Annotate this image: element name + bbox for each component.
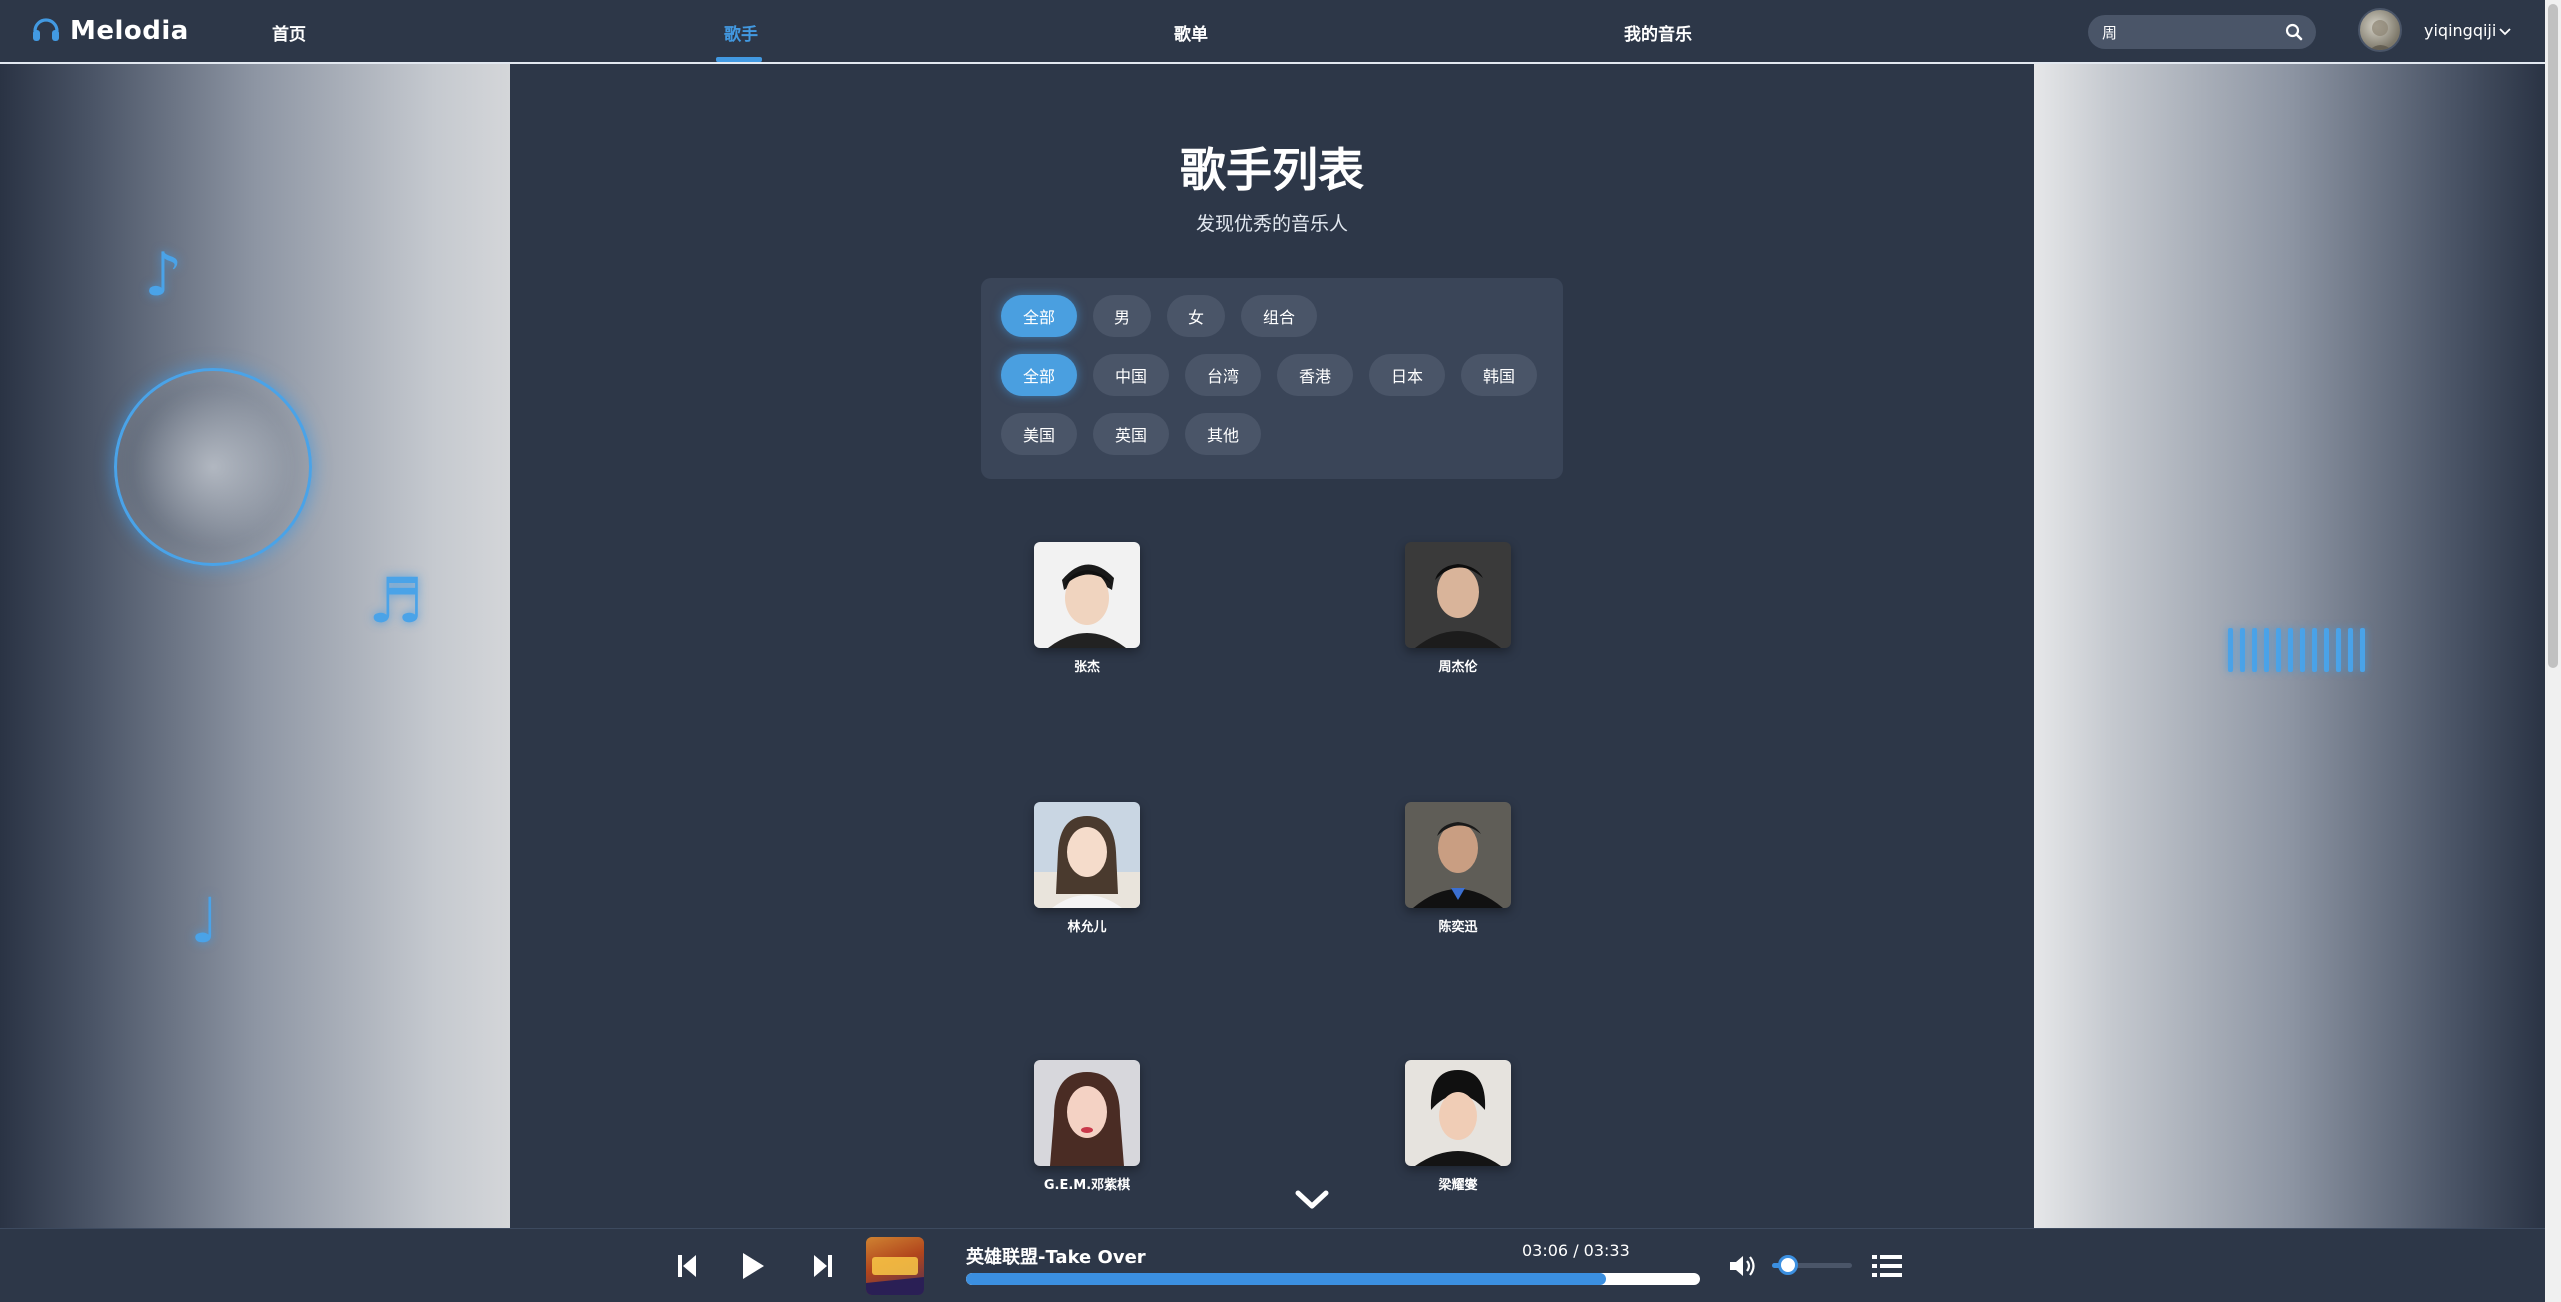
music-notes-icon: ♬ bbox=[368, 564, 424, 637]
prev-icon[interactable] bbox=[676, 1253, 698, 1283]
artist-card[interactable]: 梁耀燮 bbox=[1405, 1060, 1511, 1193]
search-box bbox=[2088, 15, 2316, 49]
music-player-bar: 英雄联盟-Take Over 03:06 / 03:33 bbox=[0, 1228, 2545, 1302]
artist-name: 梁耀燮 bbox=[1438, 1178, 1478, 1193]
filter-region-korea[interactable]: 韩国 bbox=[1461, 354, 1537, 396]
scrollbar-thumb[interactable] bbox=[2548, 4, 2558, 668]
artist-card[interactable]: 陈奕迅 bbox=[1405, 802, 1511, 935]
search-input[interactable] bbox=[2102, 23, 2272, 41]
artist-name: 周杰伦 bbox=[1438, 660, 1478, 675]
filter-region-all[interactable]: 全部 bbox=[1001, 354, 1077, 396]
artist-name: 陈奕迅 bbox=[1438, 920, 1478, 935]
logo[interactable]: Melodia bbox=[30, 13, 189, 49]
next-icon[interactable] bbox=[812, 1253, 834, 1283]
filter-gender-group[interactable]: 组合 bbox=[1241, 295, 1317, 337]
artist-photo bbox=[1034, 542, 1140, 648]
nav-active-indicator bbox=[716, 57, 762, 62]
progress-fill bbox=[966, 1273, 1607, 1285]
left-decoration-panel: ♪ ♬ ♩ bbox=[0, 64, 510, 1228]
chevron-down-icon[interactable] bbox=[2498, 24, 2512, 43]
music-note-icon: ♪ bbox=[144, 240, 183, 310]
filter-gender-male[interactable]: 男 bbox=[1093, 295, 1151, 337]
artist-photo bbox=[1034, 802, 1140, 908]
filter-region-hongkong[interactable]: 香港 bbox=[1277, 354, 1353, 396]
filter-region-china[interactable]: 中国 bbox=[1093, 354, 1169, 396]
playback-time: 03:06 / 03:33 bbox=[1522, 1241, 1630, 1260]
top-nav-bar: Melodia 首页 歌手 歌单 我的音乐 yiqingqiji bbox=[0, 0, 2545, 64]
artist-name: 林允儿 bbox=[1067, 920, 1107, 935]
main-content: 歌手列表 发现优秀的音乐人 全部 男 女 组合 全部 中国 台湾 香港 日本 韩… bbox=[510, 64, 2034, 1228]
chevron-down-icon[interactable] bbox=[1294, 1188, 1330, 1216]
nav-my-music[interactable]: 我的音乐 bbox=[1624, 20, 1692, 45]
filter-panel: 全部 男 女 组合 全部 中国 台湾 香港 日本 韩国 美国 英国 其他 bbox=[981, 278, 1563, 479]
artist-photo bbox=[1405, 1060, 1511, 1166]
album-cover[interactable] bbox=[866, 1237, 924, 1295]
volume-knob[interactable] bbox=[1778, 1255, 1798, 1275]
volume-icon[interactable] bbox=[1728, 1253, 1756, 1283]
artist-card[interactable]: G.E.M.邓紫棋 bbox=[1034, 1060, 1140, 1193]
nav-artists[interactable]: 歌手 bbox=[724, 20, 758, 45]
nav-home[interactable]: 首页 bbox=[272, 20, 306, 45]
avatar[interactable] bbox=[2358, 8, 2402, 52]
filter-region-other[interactable]: 其他 bbox=[1185, 413, 1261, 455]
page-scrollbar[interactable] bbox=[2545, 0, 2561, 1302]
progress-bar[interactable] bbox=[966, 1273, 1700, 1285]
username[interactable]: yiqingqiji bbox=[2424, 21, 2496, 40]
page-subtitle: 发现优秀的音乐人 bbox=[1195, 213, 1348, 235]
song-title: 英雄联盟-Take Over bbox=[966, 1247, 1146, 1268]
filter-region-japan[interactable]: 日本 bbox=[1369, 354, 1445, 396]
artist-card[interactable]: 周杰伦 bbox=[1405, 542, 1511, 675]
artist-photo bbox=[1405, 542, 1511, 648]
headphones-icon bbox=[30, 13, 62, 49]
nav-playlists[interactable]: 歌单 bbox=[1174, 20, 1208, 45]
page-title: 歌手列表 bbox=[1180, 143, 1364, 197]
filter-region-uk[interactable]: 英国 bbox=[1093, 413, 1169, 455]
music-note-icon: ♩ bbox=[190, 884, 220, 957]
filter-gender-all[interactable]: 全部 bbox=[1001, 295, 1077, 337]
search-icon[interactable] bbox=[2285, 23, 2303, 45]
playlist-icon[interactable] bbox=[1872, 1253, 1902, 1283]
artist-name: G.E.M.邓紫棋 bbox=[1043, 1178, 1131, 1193]
artist-photo bbox=[1405, 802, 1511, 908]
filter-gender-female[interactable]: 女 bbox=[1167, 295, 1225, 337]
artist-name: 张杰 bbox=[1073, 660, 1100, 675]
glowing-circle-decoration bbox=[114, 368, 312, 566]
filter-region-taiwan[interactable]: 台湾 bbox=[1185, 354, 1261, 396]
play-icon[interactable] bbox=[740, 1251, 766, 1285]
artist-card[interactable]: 林允儿 bbox=[1034, 802, 1140, 935]
artist-card[interactable]: 张杰 bbox=[1034, 542, 1140, 675]
equalizer-icon bbox=[2228, 628, 2365, 672]
artist-photo bbox=[1034, 1060, 1140, 1166]
filter-region-usa[interactable]: 美国 bbox=[1001, 413, 1077, 455]
logo-text: Melodia bbox=[70, 16, 189, 46]
